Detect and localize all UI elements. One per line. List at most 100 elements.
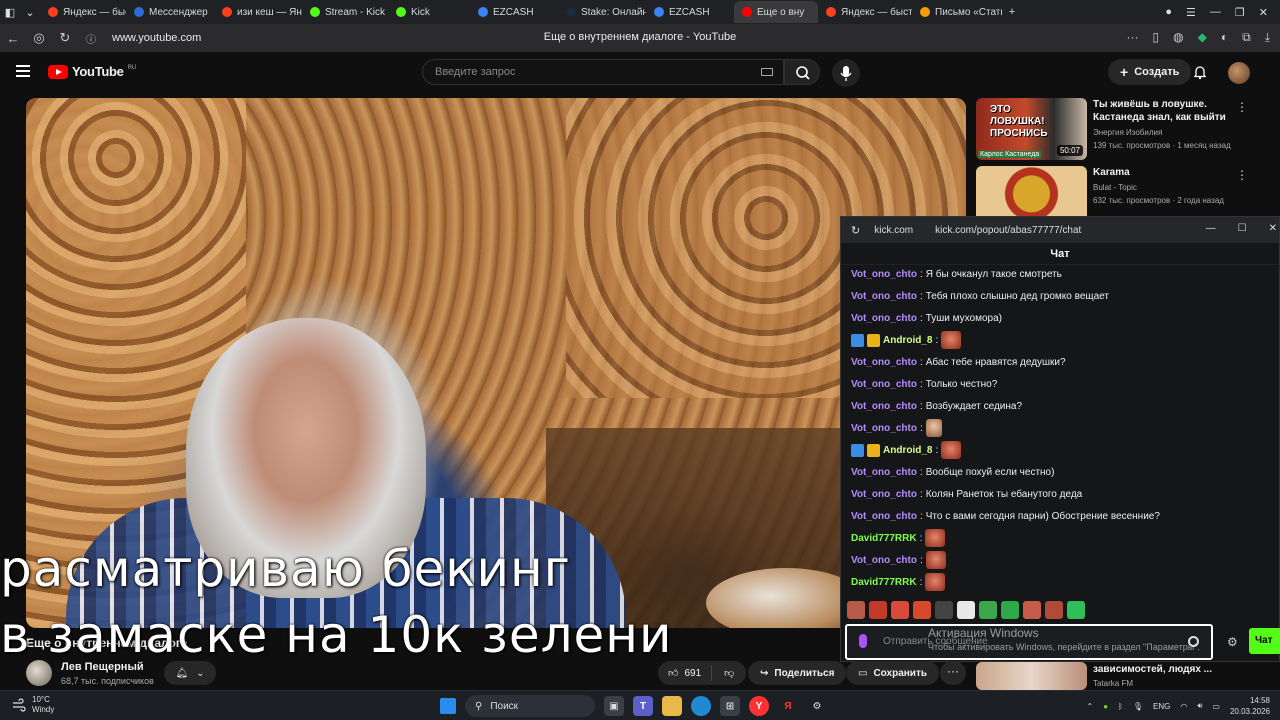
chat-username[interactable]: Android_8 xyxy=(883,335,932,346)
browser-tab[interactable]: изи кеш — Янде xyxy=(214,1,302,23)
send-chat-button[interactable]: Чат xyxy=(1249,628,1280,654)
yandex-browser-icon[interactable]: Y xyxy=(749,696,769,716)
mic-icon[interactable] xyxy=(859,634,867,648)
emote-icon[interactable] xyxy=(1045,601,1063,619)
battery-icon[interactable]: ▭ xyxy=(1212,702,1220,711)
volume-icon[interactable]: 🔊︎ xyxy=(1197,701,1202,711)
recommendation-title[interactable]: Karama xyxy=(1093,166,1243,179)
start-icon[interactable] xyxy=(440,698,456,714)
voice-search-button[interactable] xyxy=(832,59,860,87)
tab-list-chevron-icon[interactable]: ⌄ xyxy=(20,2,40,22)
maximize-button[interactable]: ❐ xyxy=(1235,6,1245,19)
recommendation-title[interactable]: Ты живёшь в ловушке. Кастанеда знал, как… xyxy=(1093,98,1243,124)
new-tab-icon[interactable]: + xyxy=(1002,2,1022,22)
yandex-icon[interactable]: Я xyxy=(778,696,798,716)
more-actions-icon[interactable]: ⋮ xyxy=(1236,168,1248,182)
tray-app-icon[interactable]: ● xyxy=(1103,702,1108,711)
chat-username[interactable]: Vot_ono_chto xyxy=(851,489,917,500)
chat-username[interactable]: Vot_ono_chto xyxy=(851,357,917,368)
reload-icon[interactable]: ↻ xyxy=(851,224,860,237)
extension-icon[interactable]: ◐ xyxy=(1221,30,1228,45)
browser-tab[interactable]: Stake: Онлайн xyxy=(558,1,646,23)
menu-icon[interactable] xyxy=(16,65,30,77)
like-button[interactable]: 👍︎ 691 xyxy=(658,665,713,681)
recommendation-title[interactable]: зависимостей, людях ... xyxy=(1093,664,1212,675)
close-button[interactable]: ✕ xyxy=(1269,223,1277,234)
more-button[interactable]: ··· xyxy=(940,661,966,685)
search-input[interactable]: Введите запрос xyxy=(422,59,784,85)
notifications-bell-icon[interactable] xyxy=(1192,64,1208,80)
minimize-button[interactable]: — xyxy=(1206,223,1216,234)
settings-icon[interactable]: ⚙ xyxy=(807,696,827,716)
chat-username[interactable]: Vot_ono_chto xyxy=(851,379,917,390)
bookmarks-icon[interactable]: ☰ xyxy=(1186,6,1196,19)
emote-icon[interactable] xyxy=(957,601,975,619)
wifi-icon[interactable]: ◠ xyxy=(1180,702,1187,711)
recommendation-channel[interactable]: Tatarka FM xyxy=(1093,679,1133,688)
recommendation-item[interactable]: зависимостей, людях ... Tatarka FM xyxy=(976,662,1270,690)
chat-username[interactable]: Vot_ono_chto xyxy=(851,511,917,522)
clock[interactable]: 14:58 20.03.2026 xyxy=(1230,695,1270,717)
chat-username[interactable]: Android_8 xyxy=(883,445,932,456)
account-avatar[interactable] xyxy=(1228,62,1250,84)
subscription-bell-button[interactable]: 🔔︎ ⌄ xyxy=(164,661,216,685)
minimize-button[interactable]: — xyxy=(1210,6,1221,18)
emote-icon[interactable] xyxy=(891,601,909,619)
taskbar-search[interactable]: ⚲ Поиск xyxy=(465,695,595,717)
chat-username[interactable]: Vot_ono_chto xyxy=(851,291,917,302)
adblock-icon[interactable]: ◆ xyxy=(1198,30,1207,45)
emote-icon[interactable] xyxy=(935,601,953,619)
chat-username[interactable]: Vot_ono_chto xyxy=(851,423,917,434)
emote-icon[interactable] xyxy=(979,601,997,619)
browser-tab[interactable]: EZCASH xyxy=(470,1,558,23)
bookmark-icon[interactable]: ▯ xyxy=(1153,30,1160,45)
browser-tab[interactable]: EZCASH xyxy=(646,1,734,23)
more-actions-icon[interactable]: ⋮ xyxy=(1236,100,1248,114)
chat-settings-icon[interactable]: ⚙ xyxy=(1227,635,1238,649)
emote-icon[interactable] xyxy=(1023,601,1041,619)
browser-tab[interactable]: Stream - Kick D xyxy=(302,1,388,23)
browser-menu-icon[interactable]: ◧ xyxy=(0,2,20,22)
chat-username[interactable]: Vot_ono_chto xyxy=(851,401,917,412)
emote-icon[interactable] xyxy=(847,601,865,619)
chat-username[interactable]: Vot_ono_chto xyxy=(851,269,917,280)
browser-tab[interactable]: Письмо «Стать xyxy=(912,1,1002,23)
channel-name[interactable]: Лев Пещерный xyxy=(61,661,144,673)
recommendation-item[interactable]: ЭТО ЛОВУШКА! ПРОСНИСЬ Карлос Кастанеда 5… xyxy=(976,98,1270,160)
close-button[interactable]: ✕ xyxy=(1259,6,1268,19)
save-button[interactable]: ▭ Сохранить xyxy=(846,661,939,685)
emote-icon[interactable] xyxy=(869,601,887,619)
collections-icon[interactable]: ⧉ xyxy=(1242,30,1251,45)
keyboard-icon[interactable] xyxy=(761,68,773,76)
emote-icon[interactable] xyxy=(1001,601,1019,619)
bluetooth-icon[interactable]: ᛒ xyxy=(1118,702,1123,711)
task-view-icon[interactable]: ▣ xyxy=(604,696,624,716)
teams-icon[interactable]: T xyxy=(633,696,653,716)
maximize-button[interactable]: ☐ xyxy=(1238,223,1247,234)
chat-username[interactable]: Vot_ono_chto xyxy=(851,313,917,324)
browser-tab[interactable]: Еще о вну xyxy=(734,1,818,23)
language-indicator[interactable]: ENG xyxy=(1153,702,1170,711)
weather-widget[interactable]: 10°C Windy xyxy=(12,695,54,715)
chat-message-list[interactable]: Vot_ono_chto: Я бы очканул такое смотреть… xyxy=(851,263,1271,593)
channel-avatar[interactable] xyxy=(26,660,52,686)
translate-icon[interactable]: ◍ xyxy=(1173,30,1183,45)
store-icon[interactable]: ⊞ xyxy=(720,696,740,716)
dislike-button[interactable]: 👎︎ xyxy=(712,667,746,679)
recommendation-thumbnail[interactable] xyxy=(976,662,1087,690)
popup-url[interactable]: kick.com/popout/abas77777/chat xyxy=(935,225,1081,236)
file-explorer-icon[interactable] xyxy=(662,696,682,716)
edge-icon[interactable] xyxy=(691,696,711,716)
browser-tab[interactable]: Kick xyxy=(388,1,470,23)
profile-icon[interactable]: ● xyxy=(1165,6,1172,18)
chat-username[interactable]: David777RRK xyxy=(851,533,917,544)
emote-icon[interactable] xyxy=(1067,601,1085,619)
download-icon[interactable]: ⤓ xyxy=(1265,30,1270,45)
youtube-logo[interactable]: YouTube RU xyxy=(48,64,136,79)
browser-tab[interactable]: Мессенджер xyxy=(126,1,214,23)
search-button[interactable] xyxy=(784,59,820,85)
chat-username[interactable]: Vot_ono_chto xyxy=(851,555,917,566)
tray-chevron-icon[interactable]: ⌃ xyxy=(1087,702,1094,711)
create-button[interactable]: + Создать xyxy=(1108,59,1192,85)
more-icon[interactable]: ··· xyxy=(1127,30,1139,45)
